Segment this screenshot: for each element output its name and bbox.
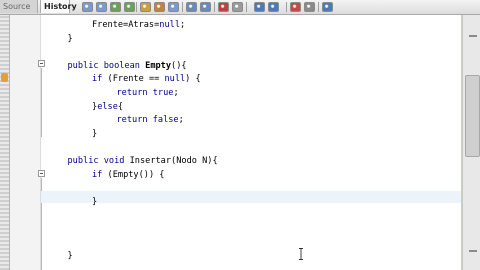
code-line-text: }else{ (92, 101, 124, 112)
uncomment-icon[interactable] (268, 2, 279, 12)
stop-macro-icon[interactable] (232, 2, 243, 12)
comment-icon[interactable] (254, 2, 265, 12)
fold-toggle-insertar-method[interactable] (38, 170, 45, 177)
code-line: } (92, 129, 97, 140)
code-line: return true; (117, 88, 179, 99)
fold-line (41, 68, 42, 137)
code-line-text: return false; (116, 115, 184, 126)
start-macro-icon[interactable] (218, 2, 229, 12)
find-previous-icon[interactable] (110, 2, 121, 12)
vertical-scrollbar[interactable] (462, 15, 480, 270)
code-line-text: public void Insertar(Nodo N){ (67, 156, 218, 166)
editor-toolbar: Source History (0, 0, 480, 15)
code-line: public void Insertar(Nodo N){ (68, 156, 218, 167)
shift-right-icon[interactable] (200, 2, 211, 12)
toggle-highlight-icon[interactable] (154, 2, 165, 12)
ruler-mark (469, 250, 477, 252)
toolbar-separator (214, 2, 215, 12)
find-next-icon[interactable] (124, 2, 135, 12)
find-selection-icon[interactable] (140, 2, 151, 12)
fold-toggle-empty-method[interactable] (38, 60, 45, 67)
code-line-text: Frente=Atras=null; (92, 20, 186, 30)
code-line: public boolean Empty(){ (68, 61, 187, 72)
code-line-text: if (Empty()) { (92, 169, 165, 180)
toggle-rectangular-selection-icon[interactable] (168, 2, 179, 12)
code-line-text: if (Frente == null) { (92, 74, 201, 85)
toolbar-separator (246, 2, 247, 12)
toolbar-separator (136, 2, 137, 12)
left-window-strip (0, 15, 10, 270)
code-line: Frente=Atras=null; (92, 20, 185, 31)
code-line-text: } (67, 251, 73, 262)
code-line-text: } (67, 33, 73, 44)
current-line-highlight (41, 191, 461, 203)
tab-history[interactable]: History (40, 0, 77, 13)
code-line-text: } (92, 128, 98, 139)
toolbar-separator (318, 2, 319, 12)
code-line-text: public boolean Empty(){ (67, 60, 187, 71)
forward-icon[interactable] (96, 2, 107, 12)
ruler-mark (469, 35, 477, 37)
shift-left-icon[interactable] (186, 2, 197, 12)
text-cursor-icon (299, 248, 303, 260)
code-line: }else{ (92, 102, 123, 113)
code-line-text: } (92, 196, 98, 207)
back-icon[interactable] (82, 2, 93, 12)
code-line: return false; (117, 115, 184, 126)
tab-source[interactable]: Source (0, 0, 38, 13)
code-line: } (68, 34, 73, 45)
code-line: if (Frente == null) { (92, 74, 201, 85)
toolbar-separator (286, 2, 287, 12)
code-line: } (92, 197, 97, 208)
run-icon[interactable] (290, 2, 301, 12)
code-line: if (Empty()) { (92, 170, 164, 181)
stop-icon[interactable] (304, 2, 315, 12)
toolbar-separator (182, 2, 183, 12)
code-line-text: return true; (116, 88, 179, 98)
code-line: } (68, 251, 73, 262)
error-stripe-mark (1, 73, 8, 82)
more-icon[interactable] (322, 2, 333, 12)
scrollbar-thumb[interactable] (465, 75, 480, 157)
editor-gutter (10, 15, 45, 270)
